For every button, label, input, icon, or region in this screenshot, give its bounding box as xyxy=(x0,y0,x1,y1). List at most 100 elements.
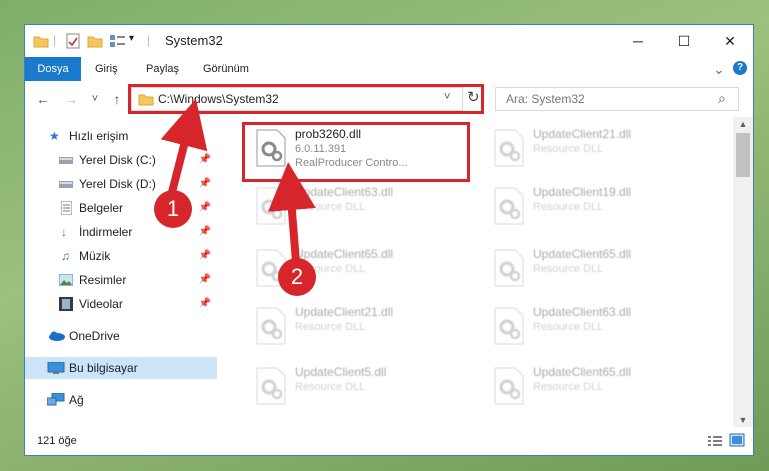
pin-icon[interactable]: 📌 xyxy=(199,245,211,267)
file-item[interactable]: UpdateClient21.dll Resource DLL xyxy=(483,121,713,179)
step-badge-1: 1 xyxy=(154,190,192,228)
pin-icon[interactable]: 📌 xyxy=(199,221,211,243)
tab-home[interactable]: Giriş xyxy=(95,57,118,81)
ribbon-tabs: Dosya Giriş Paylaş Görünüm ⌄ ? xyxy=(25,57,753,82)
videos-icon xyxy=(59,297,73,311)
pin-icon[interactable]: 📌 xyxy=(199,173,211,195)
file-name: UpdateClient65.dll xyxy=(295,247,394,261)
file-description: Resource DLL xyxy=(533,381,604,393)
file-name: UpdateClient21.dll xyxy=(533,127,632,141)
dll-file-icon xyxy=(494,187,524,225)
large-icons-view-icon[interactable] xyxy=(729,433,745,447)
properties-icon[interactable] xyxy=(65,33,81,49)
up-icon[interactable]: ↑ xyxy=(107,89,127,109)
forward-icon[interactable]: → xyxy=(61,89,81,109)
file-item[interactable]: UpdateClient65.dll Resource DLL xyxy=(483,359,713,417)
cloud-icon xyxy=(49,331,65,341)
vertical-scrollbar[interactable]: ▲ ▼ xyxy=(733,117,753,427)
tab-view[interactable]: Görünüm xyxy=(203,57,249,81)
dll-file-icon xyxy=(494,307,524,345)
scroll-up-icon[interactable]: ▲ xyxy=(733,117,753,131)
file-item[interactable]: UpdateClient5.dll Resource DLL xyxy=(245,359,475,417)
view-options-icon[interactable] xyxy=(109,33,127,49)
tab-file[interactable]: Dosya xyxy=(25,57,81,81)
new-folder-icon[interactable] xyxy=(87,33,103,49)
customize-qa-dropdown-icon[interactable]: ▾ xyxy=(129,33,134,49)
dll-file-icon xyxy=(256,307,286,345)
nav-item-music[interactable]: ♫ Müzik 📌 xyxy=(25,245,217,267)
downloads-icon: ↓ xyxy=(61,225,67,239)
close-icon[interactable]: ✕ xyxy=(707,25,753,57)
minimize-icon[interactable]: ─ xyxy=(615,25,661,57)
address-highlight-box xyxy=(128,84,484,114)
file-item[interactable]: UpdateClient63.dll Resource DLL xyxy=(483,299,713,357)
help-icon[interactable]: ? xyxy=(733,61,747,75)
network-icon xyxy=(47,393,65,406)
nav-label: Müzik xyxy=(79,249,111,263)
file-description: Resource DLL xyxy=(533,201,604,213)
details-view-icon[interactable] xyxy=(707,435,723,447)
nav-item-pictures[interactable]: Resimler 📌 xyxy=(25,269,217,291)
nav-item-downloads[interactable]: ↓ İndirmeler 📌 xyxy=(25,221,217,243)
documents-icon xyxy=(61,201,72,215)
nav-label: Ağ xyxy=(69,393,84,407)
pin-icon[interactable]: 📌 xyxy=(199,269,211,291)
file-item[interactable]: UpdateClient65.dll Resource DLL xyxy=(483,241,713,299)
dll-file-icon xyxy=(256,187,286,225)
nav-item-drive-c[interactable]: Yerel Disk (C:) 📌 xyxy=(25,149,217,171)
dll-file-icon xyxy=(494,129,524,167)
file-item[interactable]: UpdateClient63.dll Resource DLL xyxy=(245,179,475,237)
file-description: Resource DLL xyxy=(533,263,604,275)
nav-this-pc[interactable]: Bu bilgisayar xyxy=(25,357,217,379)
file-description: Resource DLL xyxy=(295,321,366,333)
file-name: UpdateClient63.dll xyxy=(533,305,632,319)
pin-icon[interactable]: 📌 xyxy=(199,293,211,315)
dll-file-icon xyxy=(494,367,524,405)
nav-label: Bu bilgisayar xyxy=(69,361,138,375)
maximize-icon[interactable]: ☐ xyxy=(661,25,707,57)
expand-ribbon-icon[interactable]: ⌄ xyxy=(713,57,725,81)
file-name: UpdateClient21.dll xyxy=(295,305,394,319)
pin-icon[interactable]: 📌 xyxy=(199,197,211,219)
file-description: Resource DLL xyxy=(533,321,604,333)
music-icon: ♫ xyxy=(61,249,70,263)
nav-onedrive[interactable]: OneDrive xyxy=(25,325,217,347)
scroll-down-icon[interactable]: ▼ xyxy=(733,413,753,427)
star-icon: ★ xyxy=(49,129,60,143)
file-item[interactable]: UpdateClient19.dll Resource DLL xyxy=(483,179,713,237)
nav-label: OneDrive xyxy=(69,329,120,343)
file-highlight-box xyxy=(242,122,470,182)
file-description: Resource DLL xyxy=(295,381,366,393)
nav-network[interactable]: Ağ xyxy=(25,389,217,411)
nav-item-videos[interactable]: Videolar 📌 xyxy=(25,293,217,315)
recent-locations-icon[interactable]: ˅ xyxy=(85,89,105,109)
drive-icon xyxy=(59,181,73,188)
tab-share[interactable]: Paylaş xyxy=(146,57,179,81)
nav-label: Hızlı erişim xyxy=(69,129,129,143)
computer-icon xyxy=(47,362,65,374)
search-placeholder: Ara: System32 xyxy=(506,92,585,106)
search-input[interactable]: Ara: System32 ⌕ xyxy=(495,87,739,111)
nav-label: Belgeler xyxy=(79,201,124,215)
drive-icon xyxy=(59,157,73,164)
step-badge-2: 2 xyxy=(278,258,316,296)
nav-label: Resimler xyxy=(79,273,127,287)
status-bar: 121 öğe xyxy=(25,427,753,455)
pin-icon[interactable]: 📌 xyxy=(199,149,211,171)
item-count: 121 öğe xyxy=(37,435,77,447)
file-name: UpdateClient19.dll xyxy=(533,185,632,199)
nav-item-drive-d[interactable]: Yerel Disk (D:) 📌 xyxy=(25,173,217,195)
title-bar: | ▾ | System32 ─ ☐ ✕ xyxy=(25,25,753,57)
file-description: Resource DLL xyxy=(295,201,366,213)
search-icon[interactable]: ⌕ xyxy=(718,90,726,107)
file-item[interactable]: UpdateClient21.dll Resource DLL xyxy=(245,299,475,357)
file-name: UpdateClient65.dll xyxy=(533,365,632,379)
file-name: UpdateClient63.dll xyxy=(295,185,394,199)
file-name: UpdateClient65.dll xyxy=(533,247,632,261)
nav-label: İndirmeler xyxy=(79,225,133,239)
dll-file-icon xyxy=(494,249,524,287)
back-icon[interactable]: ← xyxy=(33,89,53,109)
nav-quick-access[interactable]: ★ Hızlı erişim xyxy=(25,125,217,147)
scrollbar-thumb[interactable] xyxy=(736,133,750,177)
dll-file-icon xyxy=(256,367,286,405)
